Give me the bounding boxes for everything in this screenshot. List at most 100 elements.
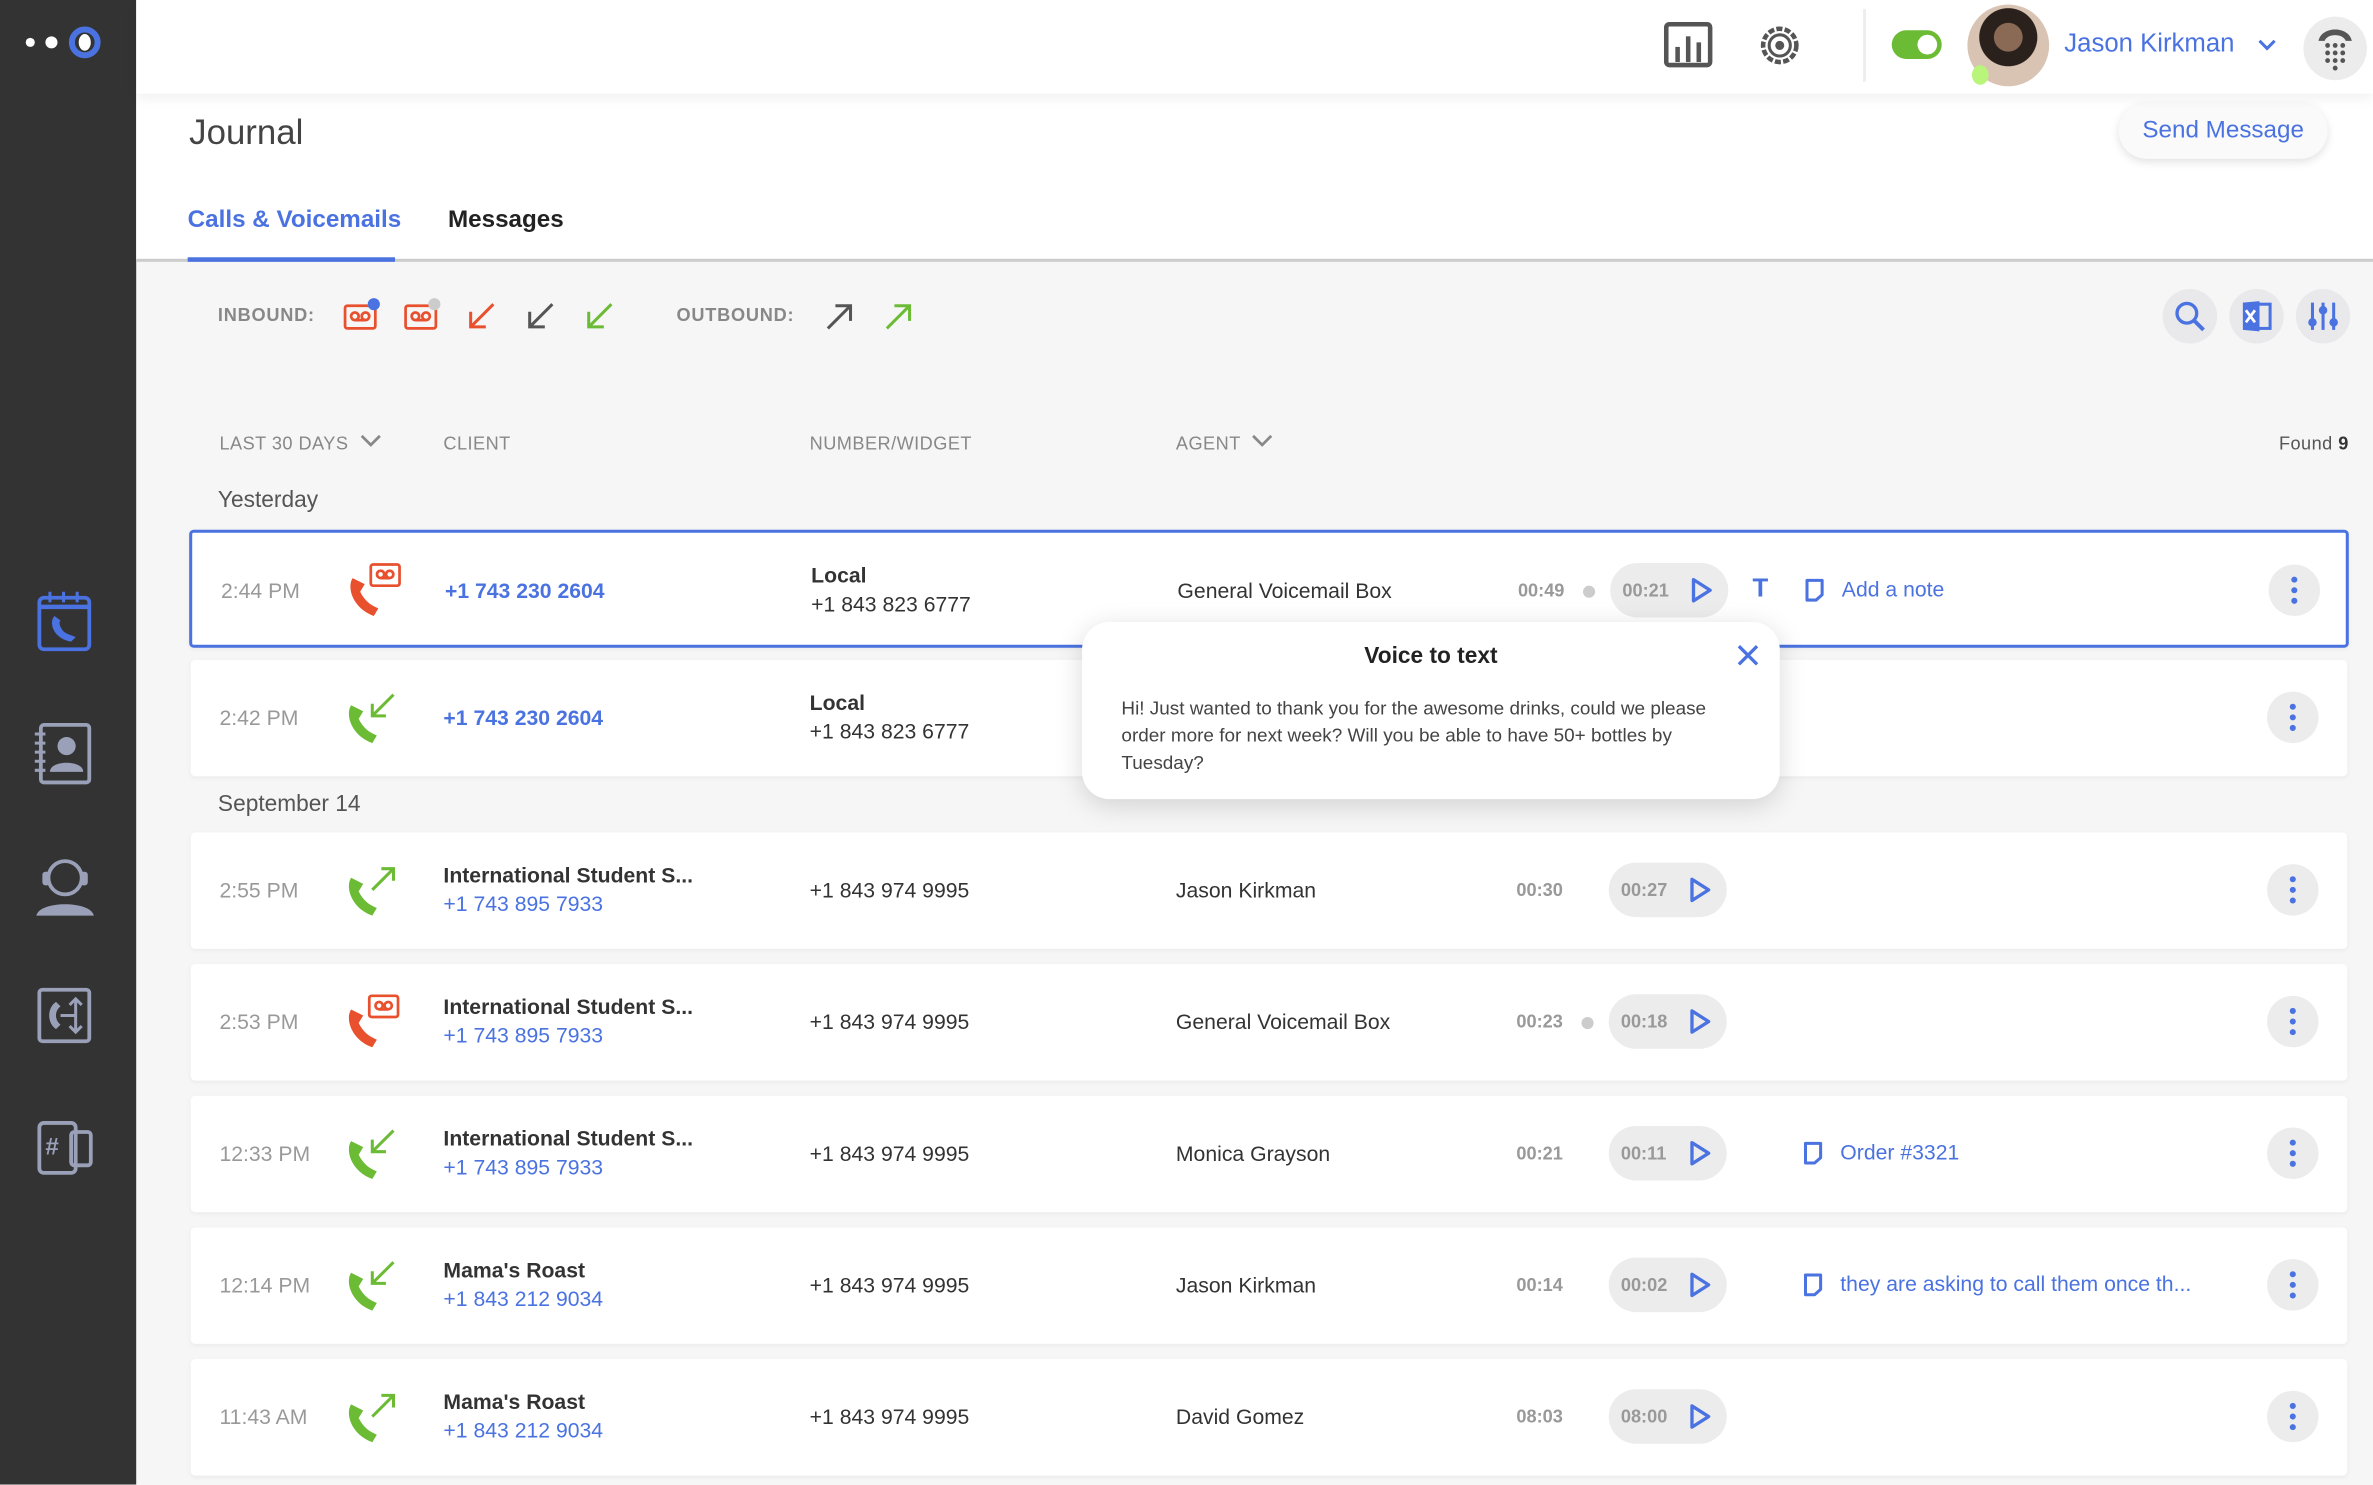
- tabs-divider: [136, 258, 2373, 262]
- call-time: 12:14 PM: [219, 1272, 311, 1297]
- client-number[interactable]: +1 843 212 9034: [443, 1286, 603, 1310]
- client: International Student S... +1 743 895 793…: [443, 994, 693, 1047]
- filter-unanswered-inbound-icon[interactable]: [525, 301, 555, 331]
- more-actions-button[interactable]: [2267, 864, 2319, 916]
- play-icon[interactable]: [1687, 1140, 1711, 1167]
- more-actions-button[interactable]: [2267, 1127, 2319, 1179]
- contacts-icon[interactable]: [33, 720, 100, 787]
- widget: Local +1 843 823 6777: [811, 563, 971, 616]
- client-name[interactable]: International Student S...: [443, 863, 693, 892]
- client-number[interactable]: +1 743 230 2604: [443, 705, 603, 729]
- call-journal-icon[interactable]: [35, 589, 96, 656]
- found-count: Found 9: [2279, 433, 2349, 454]
- numbers-icon[interactable]: #: [35, 1117, 96, 1178]
- call-note[interactable]: they are asking to call them once th...: [1840, 1271, 2191, 1295]
- call-row[interactable]: 12:14 PM Mama's Roast +1 843 212 9034 +1 84…: [190, 1227, 2348, 1344]
- recording-length: 00:21: [1622, 579, 1669, 601]
- reports-icon[interactable]: [1663, 21, 1713, 68]
- widget-number: +1 843 974 9995: [809, 1141, 970, 1166]
- call-time: 2:42 PM: [219, 705, 299, 730]
- client-name[interactable]: International Student S...: [443, 994, 693, 1023]
- client-number[interactable]: +1 743 230 2604: [445, 578, 605, 602]
- widget: Local +1 843 823 6777: [810, 690, 970, 743]
- widget-number: +1 843 974 9995: [809, 877, 970, 902]
- recording-player[interactable]: 00:11: [1608, 1125, 1727, 1181]
- call-duration: 00:30: [1516, 879, 1563, 901]
- recording-player[interactable]: 00:27: [1608, 862, 1727, 918]
- chevron-down-icon[interactable]: [2258, 39, 2276, 51]
- more-actions-button[interactable]: [2267, 995, 2319, 1048]
- inbound-call-icon: [348, 1129, 395, 1179]
- client-number[interactable]: +1 743 895 7933: [443, 891, 693, 915]
- filter-unanswered-outbound-icon[interactable]: [825, 301, 855, 331]
- export-excel-button[interactable]: [2229, 289, 2284, 344]
- agent-chevron-down-icon[interactable]: [1252, 434, 1273, 448]
- client-number[interactable]: +1 743 895 7933: [443, 1023, 693, 1047]
- voice-to-text-button[interactable]: T: [1753, 574, 1769, 604]
- settings-icon[interactable]: [1756, 21, 1804, 69]
- close-icon[interactable]: [1736, 643, 1760, 667]
- more-actions-button[interactable]: [2267, 691, 2319, 744]
- note-icon[interactable]: [1802, 1141, 1823, 1165]
- play-icon[interactable]: [1687, 1008, 1711, 1035]
- filter-voicemail-read-icon[interactable]: [403, 297, 442, 333]
- agent-headset-icon[interactable]: [33, 852, 100, 919]
- period-chevron-down-icon[interactable]: [360, 434, 381, 448]
- agent-filter[interactable]: AGENT: [1176, 433, 1241, 454]
- status-toggle[interactable]: [1891, 30, 1942, 60]
- note-icon[interactable]: [1804, 578, 1825, 602]
- client-number[interactable]: +1 843 212 9034: [443, 1418, 603, 1442]
- call-row[interactable]: 12:33 PM International Student S... +1 743…: [190, 1095, 2348, 1213]
- more-actions-button[interactable]: [2267, 1390, 2319, 1443]
- user-name[interactable]: Jason Kirkman: [2064, 29, 2234, 59]
- filter-voicemail-unread-icon[interactable]: [342, 297, 381, 333]
- call-row[interactable]: 2:55 PM International Student S... +1 743 …: [190, 832, 2348, 949]
- note-icon[interactable]: [1802, 1273, 1823, 1297]
- call-flow-icon[interactable]: [35, 985, 96, 1046]
- call-row[interactable]: 11:43 AM Mama's Roast +1 843 212 9034 +1 84…: [190, 1359, 2348, 1476]
- period-filter[interactable]: LAST 30 DAYS: [219, 433, 348, 454]
- client-name[interactable]: Mama's Roast: [443, 1258, 603, 1287]
- more-actions-button[interactable]: [2267, 1259, 2319, 1311]
- inbound-call-icon: [348, 693, 395, 744]
- send-message-button[interactable]: Send Message: [2118, 102, 2328, 159]
- search-button[interactable]: [2162, 289, 2218, 344]
- call-row[interactable]: 2:53 PM International Student S... +1 743 …: [190, 964, 2348, 1081]
- found-number: 9: [2338, 432, 2349, 455]
- add-note-link[interactable]: Add a note: [1842, 577, 1945, 601]
- inbound-label: INBOUND:: [217, 304, 315, 326]
- widget-number: +1 843 823 6777: [811, 591, 971, 616]
- call-note[interactable]: Order #3321: [1840, 1140, 1959, 1164]
- avatar[interactable]: [1967, 4, 2050, 87]
- client-name[interactable]: International Student S...: [443, 1126, 693, 1155]
- recording-player[interactable]: 00:18: [1608, 994, 1727, 1049]
- recording-player[interactable]: 00:21: [1610, 562, 1729, 618]
- online-status-dot: [1971, 65, 1989, 85]
- play-icon[interactable]: [1689, 577, 1713, 604]
- filter-missed-inbound-icon[interactable]: [466, 301, 496, 331]
- app-logo[interactable]: [18, 21, 109, 66]
- recording-player[interactable]: 08:00: [1608, 1389, 1727, 1444]
- client-name[interactable]: Mama's Roast: [443, 1389, 603, 1418]
- recording-length: 00:27: [1620, 879, 1668, 901]
- widget-number: +1 843 974 9995: [809, 1404, 970, 1429]
- play-icon[interactable]: [1687, 1271, 1711, 1298]
- filter-answered-inbound-icon[interactable]: [584, 301, 614, 331]
- recording-length: 00:11: [1620, 1142, 1667, 1164]
- dialpad-button[interactable]: [2303, 16, 2367, 81]
- filter-answered-outbound-icon[interactable]: [884, 301, 914, 331]
- tab-messages[interactable]: Messages: [448, 207, 564, 234]
- excel-icon: [2242, 301, 2272, 332]
- play-icon[interactable]: [1687, 876, 1711, 903]
- call-duration: 08:03: [1516, 1405, 1563, 1428]
- play-icon[interactable]: [1687, 1403, 1711, 1430]
- client-number[interactable]: +1 743 895 7933: [443, 1155, 693, 1179]
- recording-player[interactable]: 00:02: [1608, 1257, 1727, 1313]
- tab-calls-voicemails[interactable]: Calls & Voicemails: [188, 207, 402, 234]
- recording-length: 00:02: [1620, 1274, 1668, 1296]
- outbound-call-icon: [348, 867, 395, 916]
- call-time: 2:55 PM: [219, 877, 299, 902]
- filter-settings-button[interactable]: [2295, 289, 2351, 344]
- more-actions-button[interactable]: [2268, 564, 2321, 616]
- agent-name: General Voicemail Box: [1177, 578, 1392, 603]
